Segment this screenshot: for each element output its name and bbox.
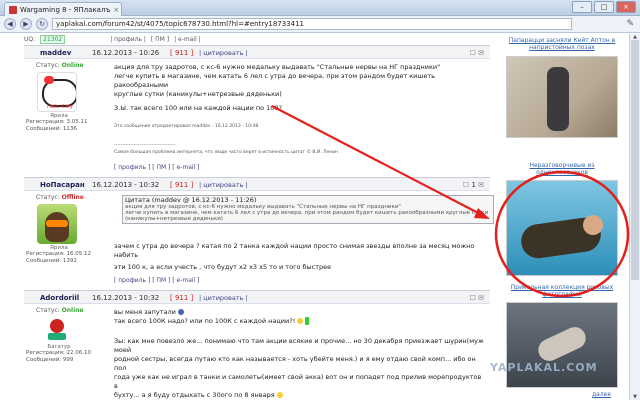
back-arrow-icon[interactable]: ◀ bbox=[4, 18, 16, 30]
page-content: UQ: 21302 | профиль | [ ПМ ] | e-mail | … bbox=[0, 34, 640, 400]
wrench-icon[interactable]: ✎ bbox=[626, 19, 634, 29]
annotation-overlay bbox=[271, 105, 630, 298]
forward-arrow-icon[interactable]: ▶ bbox=[20, 18, 32, 30]
tab-title: Wargaming 8 - ЯПлакалъ bbox=[20, 5, 111, 14]
red-arrow-line bbox=[271, 105, 485, 217]
window-controls: – □ × bbox=[572, 1, 636, 13]
tab-close-icon[interactable]: × bbox=[113, 6, 119, 14]
url-input[interactable]: yaplakal.com/forum42/st/4075/topic678730… bbox=[52, 18, 572, 30]
browser-tab[interactable]: Wargaming 8 - ЯПлакалъ × bbox=[4, 2, 122, 16]
red-circle bbox=[494, 170, 630, 298]
close-window-button[interactable]: × bbox=[616, 1, 636, 13]
favicon-icon bbox=[9, 5, 17, 14]
window-titlebar: Wargaming 8 - ЯПлакалъ × – □ × bbox=[0, 0, 640, 16]
red-arrow-head bbox=[474, 208, 490, 219]
maximize-button[interactable]: □ bbox=[594, 1, 614, 13]
address-bar: ◀ ▶ ↻ yaplakal.com/forum42/st/4075/topic… bbox=[0, 16, 640, 33]
reload-icon[interactable]: ↻ bbox=[36, 18, 48, 30]
minimize-button[interactable]: – bbox=[572, 1, 592, 13]
